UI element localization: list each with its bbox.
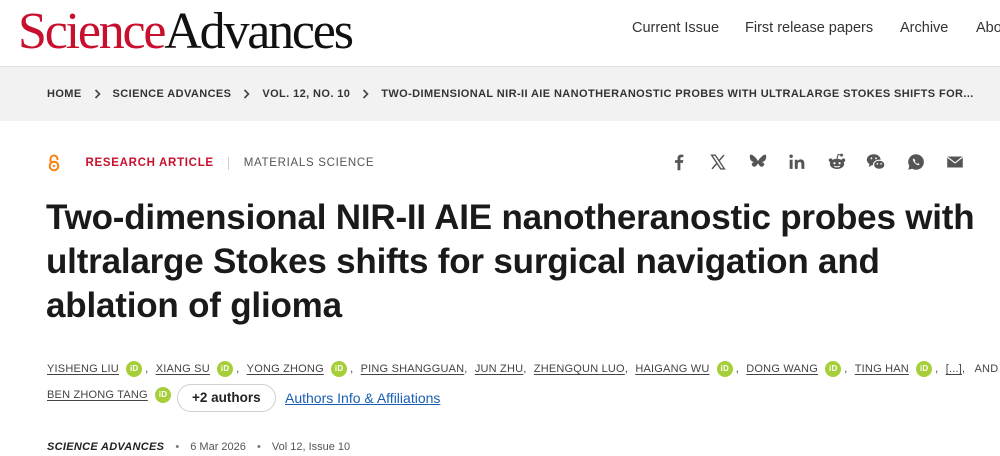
article-title: Two-dimensional NIR-II AIE nanotheranost…	[46, 198, 975, 325]
separator-comma: ,	[236, 363, 240, 376]
author-name[interactable]: XIANG SU	[156, 360, 210, 378]
orcid-icon[interactable]: iD	[916, 361, 933, 378]
breadcrumb-bar: HOME SCIENCE ADVANCES VOL. 12, NO. 10 TW…	[0, 66, 1000, 121]
breadcrumb-current-article: TWO-DIMENSIONAL NIR-II AIE NANOTHERANOST…	[381, 88, 974, 101]
bluesky-icon[interactable]	[747, 151, 769, 173]
article-type[interactable]: RESEARCH ARTICLE	[85, 157, 213, 169]
site-logo[interactable]: ScienceAdvances	[18, 2, 354, 62]
author-name[interactable]: JUN ZHU	[475, 360, 523, 378]
separator-dot: •	[256, 441, 261, 454]
separator-dot: •	[175, 441, 180, 454]
separator-comma: ,	[464, 363, 468, 376]
nav-archive[interactable]: Archive	[900, 20, 948, 36]
orcid-icon[interactable]: iD	[825, 361, 842, 378]
author-name[interactable]: TING HAN	[855, 360, 909, 378]
publication-date: 6 Mar 2026	[190, 441, 246, 454]
wechat-icon[interactable]	[865, 151, 887, 173]
author-row: YISHENG LIU iD, XIANG SU iD, YONG ZHONG …	[47, 360, 998, 378]
author-name[interactable]: ZHENGQUN LUO	[534, 360, 625, 378]
reddit-icon[interactable]	[826, 151, 848, 173]
separator-comma: ,	[844, 363, 848, 376]
orcid-icon[interactable]: iD	[331, 361, 348, 378]
logo-advances-text: Advances	[164, 3, 354, 60]
author-name[interactable]: YISHENG LIU	[47, 360, 119, 378]
facebook-icon[interactable]	[668, 151, 690, 173]
breadcrumb: HOME SCIENCE ADVANCES VOL. 12, NO. 10 TW…	[47, 88, 974, 102]
separator-comma: ,	[624, 363, 629, 376]
author-name[interactable]: PING SHANGGUAN	[361, 360, 465, 378]
issue-link[interactable]: Vol 12, Issue 10	[272, 441, 350, 453]
orcid-icon[interactable]: iD	[716, 361, 733, 378]
separator-comma: ,	[735, 363, 740, 376]
x-icon[interactable]	[707, 151, 729, 173]
logo-science-text: Science	[18, 3, 167, 60]
article-meta: RESEARCH ARTICLE MATERIALS SCIENCE	[47, 154, 374, 172]
nav-first-release-papers[interactable]: First release papers	[745, 20, 873, 36]
chevron-right-icon	[354, 88, 378, 100]
author-row: BEN ZHONG TANG iD	[47, 386, 174, 404]
separator-comma: ,	[961, 363, 966, 376]
separator-comma: ,	[350, 363, 354, 376]
separator-comma: ,	[935, 363, 939, 376]
open-access-icon	[47, 154, 61, 172]
author-and: AND	[974, 363, 999, 376]
orcid-icon[interactable]: iD	[217, 361, 234, 378]
linkedin-icon[interactable]	[786, 151, 808, 173]
nav-about[interactable]: About	[976, 20, 1000, 36]
journal-name: SCIENCE ADVANCES	[47, 441, 165, 454]
orcid-icon[interactable]: iD	[126, 361, 143, 378]
breadcrumb-journal[interactable]: SCIENCE ADVANCES	[113, 88, 232, 100]
chevron-right-icon	[85, 88, 109, 100]
expand-authors-ellipsis[interactable]: [...]	[946, 360, 962, 378]
whatsapp-icon[interactable]	[905, 151, 927, 173]
author-name[interactable]: HAIGANG WU	[635, 360, 709, 378]
author-name[interactable]: BEN ZHONG TANG	[47, 386, 148, 404]
article-subject[interactable]: MATERIALS SCIENCE	[244, 157, 375, 169]
breadcrumb-issue[interactable]: VOL. 12, NO. 10	[262, 88, 350, 100]
separator-comma: ,	[145, 363, 149, 376]
orcid-icon[interactable]: iD	[155, 387, 172, 404]
site-header: ScienceAdvances Current Issue First rele…	[0, 0, 1000, 66]
breadcrumb-home[interactable]: HOME	[47, 88, 82, 100]
authors-info-affiliations-link[interactable]: Authors Info & Affiliations	[285, 390, 440, 406]
chevron-right-icon	[235, 88, 259, 100]
author-name[interactable]: YONG ZHONG	[247, 360, 324, 378]
author-name[interactable]: DONG WANG	[746, 360, 818, 378]
author-list: YISHENG LIU iD, XIANG SU iD, YONG ZHONG …	[47, 360, 998, 412]
email-icon[interactable]	[944, 151, 966, 173]
separator-comma: ,	[523, 363, 527, 376]
more-authors-button[interactable]: +2 authors	[177, 384, 276, 412]
share-toolbar	[655, 151, 966, 175]
publication-info: SCIENCE ADVANCES • 6 Mar 2026 • Vol 12, …	[47, 441, 350, 453]
divider	[228, 156, 230, 170]
nav-current-issue[interactable]: Current Issue	[632, 20, 719, 36]
